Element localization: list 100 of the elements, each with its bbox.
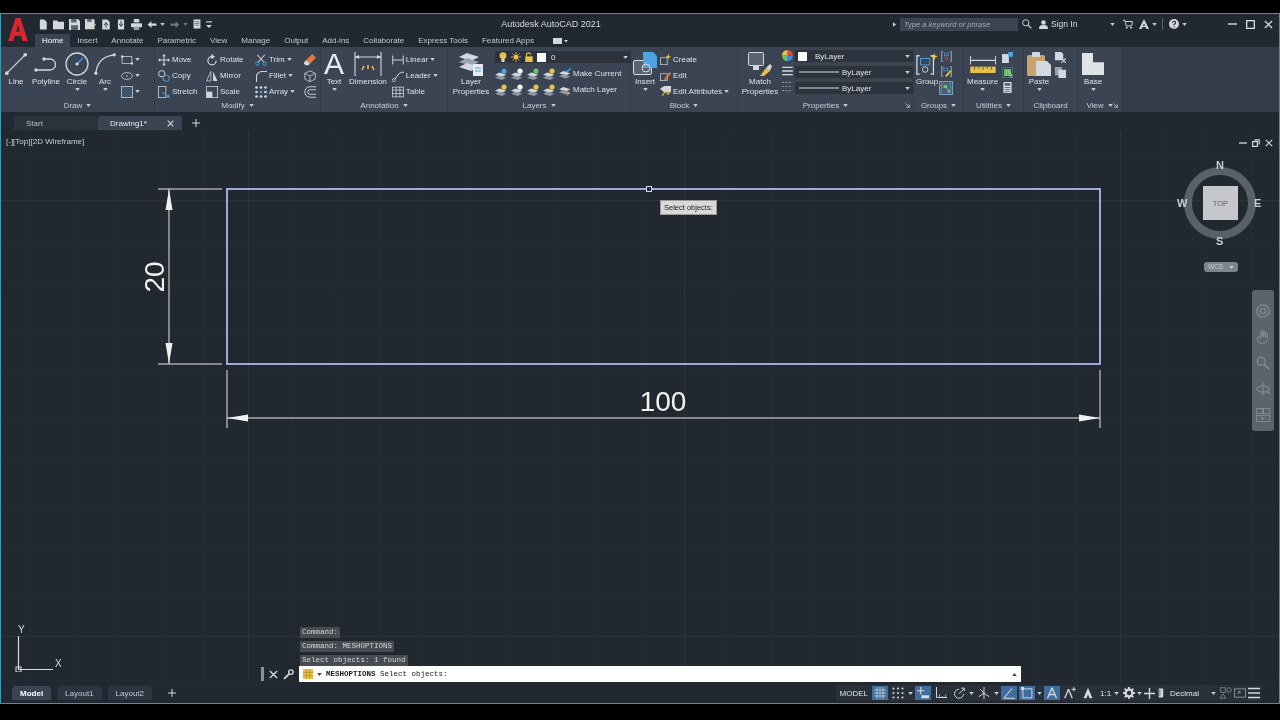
array-button[interactable]: Array [255,84,303,99]
annotation-scale-button[interactable]: 1:1 [1097,686,1122,700]
plus-icon[interactable] [1144,687,1156,699]
panel-title[interactable]: Utilities [976,101,1011,110]
lineweight-icon[interactable] [782,66,793,76]
viewport-menu-link[interactable]: [2D Wireframe] [30,137,85,146]
status-toggle[interactable] [1061,686,1078,700]
new-tab-button[interactable] [192,116,200,130]
ribbon-tab[interactable]: Collaborate [356,34,412,47]
app-logo-icon[interactable] [8,18,28,41]
apps-button[interactable] [1139,19,1158,29]
status-toggle[interactable] [1000,686,1017,700]
edit-button[interactable]: Edit [660,68,730,83]
panel-title[interactable]: Properties [802,101,849,110]
erase-button[interactable] [304,52,318,67]
viewport-menu-link[interactable]: [-] [6,137,14,146]
match-layer-button[interactable]: Match Layer [559,82,618,97]
status-toggle[interactable] [1018,686,1035,700]
file-tab[interactable]: Start [14,116,98,130]
group-selection-toggle[interactable] [939,81,954,95]
restore-icon[interactable] [1252,139,1260,147]
close-icon[interactable] [269,669,278,679]
status-toggle[interactable] [914,686,931,700]
model-space-button[interactable]: MODEL [837,686,870,700]
fullscreen-icon[interactable] [1234,687,1246,699]
move-button[interactable]: Move [158,52,205,67]
calculator-icon[interactable] [1002,82,1014,93]
caret-icon[interactable] [907,691,913,695]
insert-button[interactable]: Insert [633,49,657,91]
edit-attributes-button[interactable]: Edit Attributes [660,84,730,99]
document-download-icon[interactable] [116,18,126,30]
layer-icon[interactable] [495,83,507,96]
wrench-icon[interactable] [283,668,294,680]
panel-title[interactable]: Groups [920,101,957,110]
rotate-button[interactable]: Rotate [206,52,254,67]
help-button[interactable] [1169,19,1188,29]
ribbon-tab[interactable]: Featured Apps [474,34,541,47]
panel-toggle-icon[interactable] [552,36,568,45]
group-button[interactable]: Group [916,49,939,87]
ribbon-tab[interactable]: Express Tools [411,34,475,47]
cart-icon[interactable] [1123,19,1134,29]
sign-in-button[interactable]: Sign In [1039,19,1116,29]
select-all-icon[interactable] [1002,67,1014,78]
copy-pages-icon[interactable] [1055,67,1066,78]
printer-icon[interactable] [131,18,142,30]
caret-icon[interactable] [1137,691,1143,695]
linetype-icon[interactable] [782,81,793,92]
match-properties-button[interactable]: Match Properties [740,49,780,96]
hatch-tool-button[interactable] [121,84,140,99]
layer-icon[interactable] [511,67,523,80]
panel-title[interactable]: Block [669,101,699,110]
caret-icon[interactable] [968,691,974,695]
linear-button[interactable]: Linear [391,52,438,67]
redo-button[interactable] [170,19,188,29]
panel-title[interactable]: Draw [63,101,92,110]
create-button[interactable]: Create [660,52,730,67]
document-lines-icon[interactable] [193,19,201,29]
undo-button[interactable] [147,19,165,29]
text-button[interactable]: A Text [324,49,344,91]
caret-icon[interactable] [1036,691,1042,695]
paste-button[interactable]: Paste [1027,49,1051,91]
fillet-button[interactable]: Fillet [255,68,303,83]
layer-icon[interactable] [495,67,507,80]
new-file-icon[interactable] [38,18,48,30]
base-button[interactable]: Base [1081,49,1105,91]
caret-up-icon[interactable] [1012,672,1017,676]
layer-icon[interactable] [527,67,539,80]
handle-icon[interactable] [261,667,264,681]
ribbon-tab[interactable]: Parametric [150,34,204,47]
status-toggle[interactable] [889,686,906,700]
panel-title[interactable]: Layers [522,101,556,110]
ribbon-tab[interactable]: Annotate [104,34,151,47]
measure-button[interactable]: Measure [967,49,999,91]
ribbon-tab[interactable]: Output [277,34,316,47]
ribbon-tab[interactable]: Home [35,34,71,47]
ribbon-tab[interactable]: Add-ins [315,34,357,47]
open-folder-icon[interactable] [53,18,64,30]
add-layout-button[interactable] [168,689,177,697]
document-cross-icon[interactable] [1055,52,1066,63]
close-icon[interactable] [167,119,174,127]
scale-button[interactable]: Scale [206,84,254,99]
grid-tile-icon[interactable] [303,669,313,679]
layer-icon[interactable] [527,83,539,96]
ribbon-tab[interactable]: View [203,34,235,47]
dimension-button[interactable]: Dimension [349,49,387,87]
offset-button[interactable] [304,84,318,99]
property-select[interactable]: ByLayer [795,82,913,94]
ungroup-icon[interactable] [940,51,952,62]
ribbon-tab[interactable]: Manage [234,34,278,47]
panel-title[interactable]: Modify [221,101,254,110]
layer-select[interactable]: 0 [495,51,631,63]
corner-arrow-icon[interactable] [905,103,910,108]
arc-button[interactable]: Arc [94,49,116,91]
layout-tab[interactable]: Layout2 [107,686,153,700]
color-wheel-icon[interactable] [782,50,793,61]
layout-tab[interactable]: Layout1 [57,686,102,700]
units-button[interactable]: Decimal [1168,686,1218,700]
make-current-button[interactable]: Make Current [559,66,622,81]
caret-icon[interactable] [993,691,999,695]
file-tab[interactable]: Drawing1* [98,116,182,130]
